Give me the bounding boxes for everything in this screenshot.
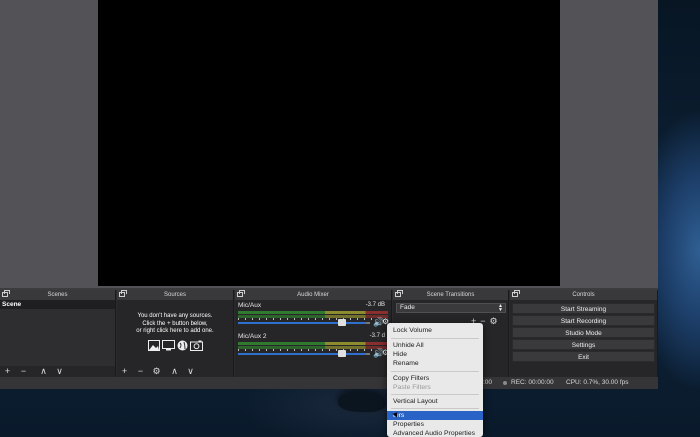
- menu-item-vertical-layout[interactable]: Vertical Layout: [387, 397, 483, 406]
- menu-item-filters[interactable]: ters: [387, 411, 483, 420]
- preview-canvas[interactable]: [98, 0, 560, 286]
- audio-mixer-dock-header: Audio Mixer: [235, 290, 391, 300]
- undock-icon[interactable]: [237, 290, 245, 297]
- wallpaper-island: [338, 392, 386, 412]
- controls-dock-header: Controls: [510, 290, 657, 300]
- add-scene-button[interactable]: +: [3, 366, 12, 377]
- meter-ticks: [238, 349, 378, 351]
- channel-db: -3.7 dB: [365, 302, 385, 308]
- sources-dock: Sources You don't have any sources. Clic…: [117, 290, 234, 377]
- remove-scene-button[interactable]: −: [19, 366, 28, 377]
- scenes-toolbar: + − ∧ ∨: [0, 366, 115, 377]
- menu-item-lock-volume[interactable]: Lock Volume: [387, 326, 483, 335]
- audio-mixer-dock: Audio Mixer Mic/Aux -3.7 dB 🔊 ⚙ Mic/Aux …: [235, 290, 392, 377]
- settings-button[interactable]: Settings: [512, 339, 655, 350]
- menu-item-hide[interactable]: Hide: [387, 350, 483, 359]
- controls-dock: Controls Start Streaming Start Recording…: [510, 290, 658, 377]
- audio-mixer-body: Mic/Aux -3.7 dB 🔊 ⚙ Mic/Aux 2 -3.7 d 🔊 ⚙: [235, 300, 391, 377]
- volume-fader[interactable]: [238, 322, 366, 324]
- exit-button[interactable]: Exit: [512, 351, 655, 362]
- move-source-up-button[interactable]: ∧: [170, 366, 179, 377]
- remove-source-button[interactable]: −: [136, 366, 145, 377]
- studio-mode-button[interactable]: Studio Mode: [512, 327, 655, 338]
- sources-toolbar: + − ⚙ ∧ ∨: [117, 366, 233, 377]
- menu-separator: [391, 338, 479, 339]
- start-recording-button[interactable]: Start Recording: [512, 315, 655, 326]
- sources-title: Sources: [163, 292, 186, 298]
- image-icon: [147, 339, 160, 354]
- scenes-dock-header: Scenes: [0, 290, 115, 300]
- sources-empty-line: Click the + button below,: [142, 320, 208, 327]
- scene-item[interactable]: Scene: [0, 300, 115, 309]
- select-arrows-icon: ▲ ▼: [498, 303, 503, 313]
- menu-item-copy-filters[interactable]: Copy Filters: [387, 374, 483, 383]
- rec-timer: REC: 00:00:00: [511, 379, 554, 386]
- controls-title: Controls: [572, 292, 595, 298]
- globe-icon: [177, 340, 188, 354]
- volume-meter: [238, 342, 388, 345]
- sources-list[interactable]: You don't have any sources. Click the + …: [117, 300, 233, 366]
- volume-fader-knob[interactable]: [338, 319, 346, 326]
- scenes-title: Scenes: [47, 292, 68, 298]
- channel-name: Mic/Aux 2: [238, 333, 267, 340]
- undock-icon[interactable]: [512, 290, 520, 297]
- volume-fader-knob[interactable]: [338, 350, 346, 357]
- move-source-down-button[interactable]: ∨: [186, 366, 195, 377]
- context-menu: Lock Volume Unhide All Hide Rename Copy …: [387, 323, 483, 437]
- source-properties-button[interactable]: ⚙: [152, 366, 161, 377]
- camera-icon: [189, 340, 203, 354]
- add-source-button[interactable]: +: [120, 366, 129, 377]
- sources-empty-line: or right click here to add one.: [136, 328, 214, 334]
- channel-name: Mic/Aux: [238, 302, 262, 309]
- transition-properties-button[interactable]: ⚙: [490, 316, 498, 327]
- monitor-icon: [161, 339, 175, 354]
- move-scene-down-button[interactable]: ∨: [55, 366, 64, 377]
- volume-fader-rest: [366, 353, 370, 355]
- volume-fader[interactable]: [238, 353, 366, 355]
- dock-row: Scenes Scene + − ∧ ∨ Sources You don't h…: [0, 290, 658, 377]
- undock-icon[interactable]: [395, 290, 403, 297]
- scene-transitions-title: Scene Transitions: [426, 292, 475, 298]
- menu-separator: [391, 371, 479, 372]
- obs-window: Scenes Scene + − ∧ ∨ Sources You don't h…: [0, 0, 658, 389]
- sources-empty-line: You don't have any sources.: [137, 313, 213, 319]
- menu-item-rename[interactable]: Rename: [387, 359, 483, 368]
- mixer-channel: Mic/Aux -3.7 dB 🔊 ⚙: [235, 300, 391, 331]
- menu-item-paste-filters: Paste Filters: [393, 384, 431, 391]
- controls-body: Start Streaming Start Recording Studio M…: [510, 300, 657, 377]
- menu-item-properties[interactable]: Properties: [387, 420, 483, 429]
- live-timer: :00: [483, 379, 493, 386]
- menu-separator: [391, 394, 479, 395]
- menu-item-advanced-audio-properties[interactable]: Advanced Audio Properties: [387, 429, 483, 437]
- meter-ticks: [238, 318, 378, 320]
- volume-meter: [238, 311, 388, 314]
- sources-dock-header: Sources: [117, 290, 233, 300]
- mixer-channel: Mic/Aux 2 -3.7 d 🔊 ⚙: [235, 331, 391, 362]
- cpu-status: CPU: 0.7%, 30.00 fps: [566, 379, 629, 386]
- transition-select[interactable]: Fade ▲ ▼: [396, 303, 506, 313]
- status-bar: :00 REC: 00:00:00 CPU: 0.7%, 30.00 fps: [0, 377, 658, 389]
- undock-icon[interactable]: [2, 290, 10, 297]
- volume-fader-rest: [366, 322, 370, 324]
- move-scene-up-button[interactable]: ∧: [39, 366, 48, 377]
- source-type-icons: [117, 339, 233, 354]
- start-streaming-button[interactable]: Start Streaming: [512, 303, 655, 314]
- scenes-list[interactable]: Scene: [0, 300, 115, 366]
- transition-select-value: Fade: [400, 304, 415, 311]
- scene-transitions-dock-header: Scene Transitions: [393, 290, 508, 300]
- channel-db: -3.7 d: [369, 333, 385, 339]
- scenes-dock: Scenes Scene + − ∧ ∨: [0, 290, 116, 377]
- menu-separator: [391, 408, 479, 409]
- rec-indicator-icon: [503, 381, 507, 385]
- preview-area: [0, 0, 658, 288]
- undock-icon[interactable]: [119, 290, 127, 297]
- menu-item-unhide-all[interactable]: Unhide All: [387, 341, 483, 350]
- sources-empty-message: You don't have any sources. Click the + …: [117, 300, 233, 354]
- audio-mixer-title: Audio Mixer: [297, 292, 329, 298]
